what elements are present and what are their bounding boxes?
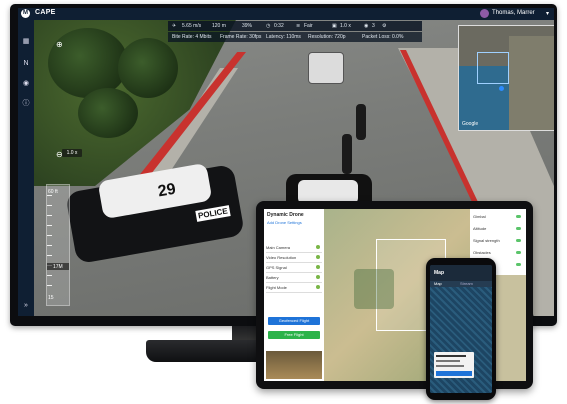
altitude-slider[interactable]: 60 ft 17M 15 xyxy=(46,184,70,306)
zoom-readout: 1.0 x xyxy=(340,23,351,29)
officer-figure xyxy=(342,134,352,174)
zoom-in-icon[interactable]: ⊕ xyxy=(56,40,63,49)
timer-icon: ◷ xyxy=(266,23,271,29)
speed-readout: 5.65 m/s xyxy=(182,23,202,29)
panel-title: Dynamic Drone xyxy=(267,212,304,218)
left-toolbar: ▦ N ◉ ⓘ » xyxy=(18,20,34,316)
list-item[interactable]: Battery xyxy=(266,273,322,283)
tab-map[interactable]: Map xyxy=(434,281,442,286)
camera-icon: ▣ xyxy=(332,23,337,29)
phone-title: Map xyxy=(434,270,444,276)
zoom-out-icon[interactable]: ⊖ xyxy=(56,150,63,159)
record-icon[interactable]: ◉ xyxy=(22,80,30,88)
settings-row[interactable]: Altitude xyxy=(473,225,523,233)
list-item[interactable]: Flight Mode xyxy=(266,283,322,293)
eye-icon: ◉ xyxy=(364,23,369,29)
officer-figure xyxy=(356,104,366,140)
app-title: CAPE xyxy=(35,9,56,16)
time-readout: 0:32 xyxy=(274,23,284,29)
drone-icon: ✈ xyxy=(172,23,177,29)
list-item[interactable]: GPS Signal xyxy=(266,263,322,273)
expand-icon[interactable]: » xyxy=(22,302,30,310)
telemetry-bar: ✈ 5.65 m/s 120 m 39% ◷ 0:32 ≋ Fair ▣ 1.0… xyxy=(168,21,422,31)
gps-readout: 39% xyxy=(242,23,253,29)
packet-loss: Packet Loss: 0.0% xyxy=(362,34,404,40)
tree-canopy xyxy=(48,28,128,98)
stream-stats-bar: Bite Rate: 4 Mbits Frame Rate: 30fps Lat… xyxy=(168,32,422,42)
satellite-minimap[interactable]: Google xyxy=(458,25,554,131)
camera-thumbnail[interactable] xyxy=(266,351,322,379)
phone-screen: Map Map Stream xyxy=(430,265,492,393)
phone-info-card[interactable] xyxy=(434,352,474,378)
latency: Latency: 110ms xyxy=(266,34,301,40)
signal-readout: Fair xyxy=(304,23,313,29)
altitude-label: 15 xyxy=(48,295,54,301)
tablet-side-panel: Dynamic Drone Add Drone Settings Main Ca… xyxy=(264,209,324,381)
bitrate: Bite Rate: 4 Mbits xyxy=(172,34,212,40)
settings-icon[interactable]: ⚙ xyxy=(382,23,386,29)
panel-subtitle[interactable]: Add Drone Settings xyxy=(267,220,302,225)
settings-row[interactable]: Gimbal xyxy=(473,213,523,221)
motorola-logo-icon: M xyxy=(21,9,30,18)
tree-canopy xyxy=(78,88,138,138)
phone-header: Map xyxy=(430,265,492,281)
avatar[interactable] xyxy=(480,9,489,18)
list-item[interactable]: Video Resolution xyxy=(266,253,322,263)
map-attribution: Google xyxy=(462,121,479,127)
user-name[interactable]: Thomas, Marrer xyxy=(492,10,535,16)
list-item[interactable]: Main Camera xyxy=(266,243,322,253)
app-header: M CAPE Thomas, Marrer ▾ xyxy=(18,8,554,20)
police-suv: 29 POLICE xyxy=(65,158,245,265)
compass-icon[interactable]: N xyxy=(22,60,30,68)
resolution: Resolution: 720p xyxy=(308,34,346,40)
settings-row[interactable]: Obstacles xyxy=(473,249,523,257)
altitude-label: 60 ft xyxy=(48,189,58,195)
altitude-readout: 120 m xyxy=(212,23,226,29)
drone-location-marker xyxy=(499,86,504,91)
altitude-current[interactable]: 17M xyxy=(47,263,69,270)
battery-readout: 3 xyxy=(372,23,375,29)
free-flight-button[interactable]: Free Flight xyxy=(268,331,320,339)
geofenced-flight-button[interactable]: Geofenced Flight xyxy=(268,317,320,325)
zoom-badge: 1.0 x xyxy=(62,149,82,157)
roof-number: 29 xyxy=(156,180,178,201)
tree-canopy xyxy=(118,38,178,98)
tab-stream[interactable]: Stream xyxy=(460,281,473,286)
grid-icon[interactable]: ▦ xyxy=(22,38,30,46)
info-icon[interactable]: ⓘ xyxy=(22,100,30,108)
chevron-down-icon[interactable]: ▾ xyxy=(546,10,549,17)
settings-row[interactable]: Signal strength xyxy=(473,237,523,245)
parked-car xyxy=(308,52,344,84)
wifi-icon: ≋ xyxy=(296,23,301,29)
framerate: Frame Rate: 30fps xyxy=(220,34,262,40)
